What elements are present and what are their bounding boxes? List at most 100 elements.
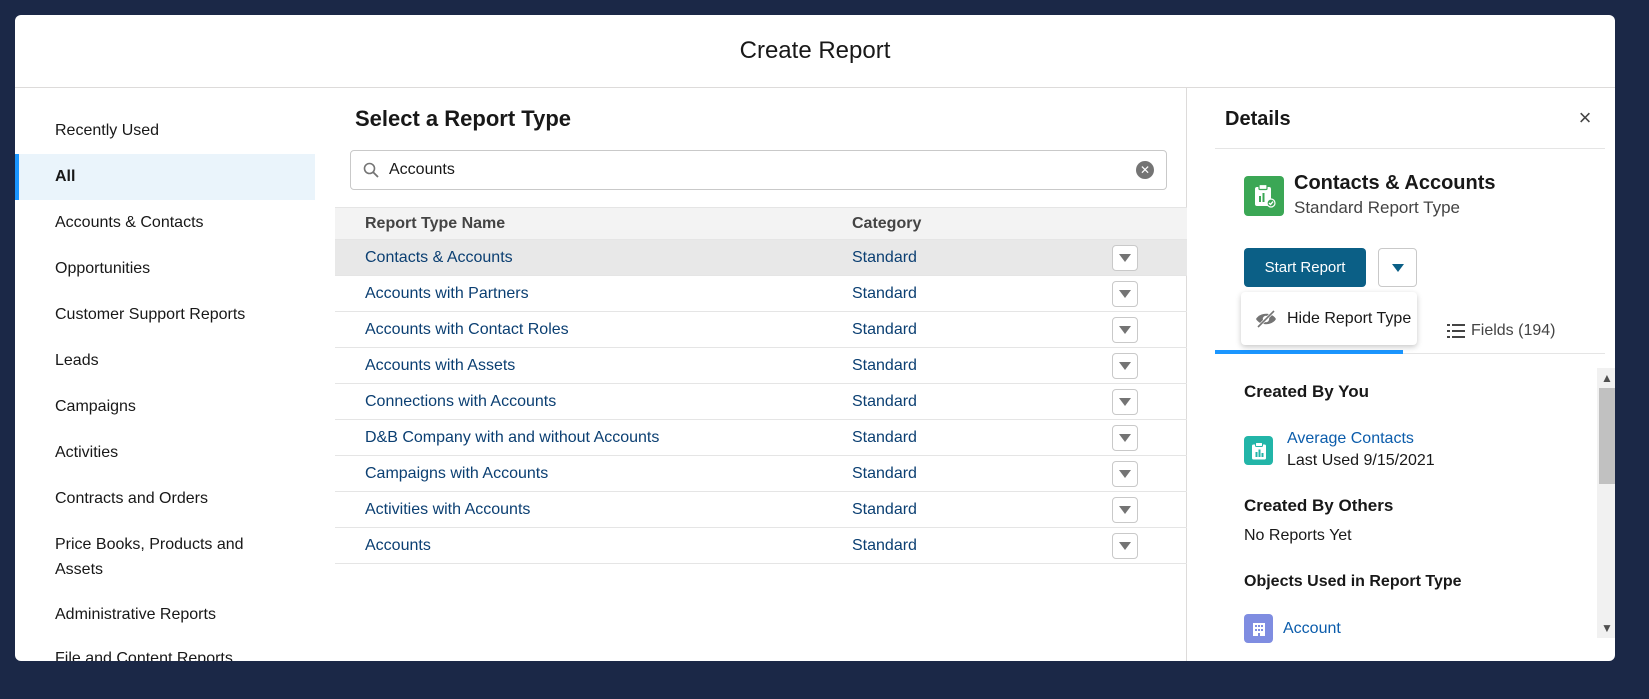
report-type-link[interactable]: Campaigns with Accounts xyxy=(335,465,852,483)
category-item-label: Customer Support Reports xyxy=(55,306,246,323)
row-actions-button[interactable] xyxy=(1112,244,1138,271)
search-box[interactable]: ✕ xyxy=(350,150,1167,190)
column-header-name[interactable]: Report Type Name xyxy=(335,215,852,233)
tab-fields-label: Fields (194) xyxy=(1471,322,1556,339)
category-item-label: Leads xyxy=(55,352,99,369)
chevron-down-icon xyxy=(1119,289,1131,298)
category-item-label: Opportunities xyxy=(55,260,151,277)
report-type-link[interactable]: Accounts with Partners xyxy=(335,285,852,303)
row-actions-button[interactable] xyxy=(1112,496,1138,523)
report-type-category: Standard xyxy=(852,356,917,374)
table-row[interactable]: Contacts & Accounts Standard xyxy=(335,240,1187,276)
category-item-label: File and Content Reports xyxy=(55,650,233,661)
category-item-label: Accounts & Contacts xyxy=(55,214,204,231)
create-report-modal: Create Report Recently Used All Accounts &… xyxy=(15,15,1615,661)
row-actions-button[interactable] xyxy=(1112,460,1138,487)
tab-fields[interactable]: Fields (194) xyxy=(1447,322,1555,340)
scroll-down-icon[interactable]: ▼ xyxy=(1597,618,1615,638)
category-panel: Recently Used All Accounts & Contacts Oppor… xyxy=(15,88,315,661)
report-type-link[interactable]: Activities with Accounts xyxy=(335,501,852,519)
column-header-category[interactable]: Category xyxy=(852,215,1112,233)
no-reports-text: No Reports Yet xyxy=(1244,527,1352,544)
row-actions-button[interactable] xyxy=(1112,532,1138,559)
hide-report-type-menu-item[interactable]: Hide Report Type xyxy=(1241,292,1417,345)
report-type-link[interactable]: Accounts with Contact Roles xyxy=(335,321,852,339)
category-item[interactable]: Administrative Reports xyxy=(15,592,315,638)
report-type-category: Standard xyxy=(852,392,917,410)
table-row[interactable]: D&B Company with and without Accounts Sta… xyxy=(335,420,1187,456)
report-type-category: Standard xyxy=(852,428,917,446)
table-row[interactable]: Accounts with Assets Standard xyxy=(335,348,1187,384)
category-item[interactable]: Activities xyxy=(15,430,315,476)
table-row[interactable]: Accounts with Partners Standard xyxy=(335,276,1187,312)
chevron-down-icon xyxy=(1119,541,1131,550)
table-row[interactable]: Accounts Standard xyxy=(335,528,1187,564)
report-type-kind: Standard Report Type xyxy=(1294,198,1461,217)
chevron-down-icon xyxy=(1119,505,1131,514)
report-type-panel: Select a Report Type ✕ Report Type Name … xyxy=(335,88,1187,661)
created-by-others-heading: Created By Others xyxy=(1244,496,1394,515)
category-item[interactable]: Contracts and Orders xyxy=(15,476,315,522)
category-item-label: Campaigns xyxy=(55,398,136,415)
account-object-link[interactable]: Account xyxy=(1283,620,1341,638)
search-input[interactable] xyxy=(389,161,1136,179)
category-list: Recently Used All Accounts & Contacts Oppor… xyxy=(15,88,315,661)
category-item[interactable]: Campaigns xyxy=(15,384,315,430)
category-item[interactable]: Leads xyxy=(15,338,315,384)
report-type-name: Contacts & Accounts xyxy=(1294,172,1496,194)
clear-search-icon[interactable]: ✕ xyxy=(1136,161,1154,179)
report-type-category: Standard xyxy=(852,320,917,338)
category-item[interactable]: All xyxy=(15,154,315,200)
report-type-link[interactable]: D&B Company with and without Accounts xyxy=(335,429,852,447)
row-actions-button[interactable] xyxy=(1112,388,1138,415)
table-body: Contacts & Accounts Standard Accounts with… xyxy=(335,240,1187,564)
more-actions-button[interactable] xyxy=(1378,248,1417,287)
category-item[interactable]: Accounts & Contacts xyxy=(15,200,315,246)
chevron-down-icon xyxy=(1119,253,1131,262)
chevron-down-icon xyxy=(1119,361,1131,370)
category-item-label: Activities xyxy=(55,444,119,461)
chevron-down-icon xyxy=(1119,397,1131,406)
category-item-label: Price Books, Products and Assets xyxy=(55,536,244,578)
table-row[interactable]: Accounts with Contact Roles Standard xyxy=(335,312,1187,348)
chevron-down-icon xyxy=(1119,469,1131,478)
category-item-label: Administrative Reports xyxy=(55,606,216,623)
chevron-down-icon xyxy=(1391,263,1404,272)
chevron-down-icon xyxy=(1119,433,1131,442)
report-type-link[interactable]: Connections with Accounts xyxy=(335,393,852,411)
report-type-link[interactable]: Contacts & Accounts xyxy=(335,249,852,267)
report-type-link[interactable]: Accounts xyxy=(335,537,852,555)
section-title: Select a Report Type xyxy=(355,106,571,131)
row-actions-button[interactable] xyxy=(1112,424,1138,451)
report-type-table: Report Type Name Category Contacts & Acc… xyxy=(335,207,1187,564)
close-icon[interactable]: × xyxy=(1575,107,1595,129)
row-actions-button[interactable] xyxy=(1112,352,1138,379)
category-item[interactable]: Recently Used xyxy=(15,108,315,154)
search-icon xyxy=(363,162,379,178)
category-item[interactable]: Opportunities xyxy=(15,246,315,292)
category-item[interactable]: File and Content Reports xyxy=(15,638,315,661)
category-item[interactable]: Price Books, Products and Assets xyxy=(15,522,315,592)
details-panel: Details × Contacts & Accounts Standard R… xyxy=(1187,88,1615,661)
hide-eye-icon xyxy=(1256,309,1276,328)
category-item[interactable]: Customer Support Reports xyxy=(15,292,315,338)
start-report-button[interactable]: Start Report xyxy=(1244,248,1366,287)
tab-overview-indicator[interactable] xyxy=(1215,350,1403,354)
scroll-up-icon[interactable]: ▲ xyxy=(1597,368,1615,388)
modal-title: Create Report xyxy=(739,37,891,64)
table-row[interactable]: Campaigns with Accounts Standard xyxy=(335,456,1187,492)
modal-body: Recently Used All Accounts & Contacts Oppor… xyxy=(15,88,1615,661)
account-object-icon xyxy=(1244,614,1273,643)
row-actions-button[interactable] xyxy=(1112,280,1138,307)
category-item-label: Contracts and Orders xyxy=(55,490,208,507)
table-row[interactable]: Connections with Accounts Standard xyxy=(335,384,1187,420)
report-type-category: Standard xyxy=(852,464,917,482)
scroll-thumb[interactable] xyxy=(1599,388,1615,484)
details-scrollbar[interactable]: ▲ ▼ xyxy=(1597,368,1615,638)
report-type-link[interactable]: Accounts with Assets xyxy=(335,357,852,375)
report-type-category: Standard xyxy=(852,536,917,554)
row-actions-button[interactable] xyxy=(1112,316,1138,343)
report-link[interactable]: Average Contacts xyxy=(1287,430,1414,448)
list-icon xyxy=(1447,324,1465,338)
table-row[interactable]: Activities with Accounts Standard xyxy=(335,492,1187,528)
